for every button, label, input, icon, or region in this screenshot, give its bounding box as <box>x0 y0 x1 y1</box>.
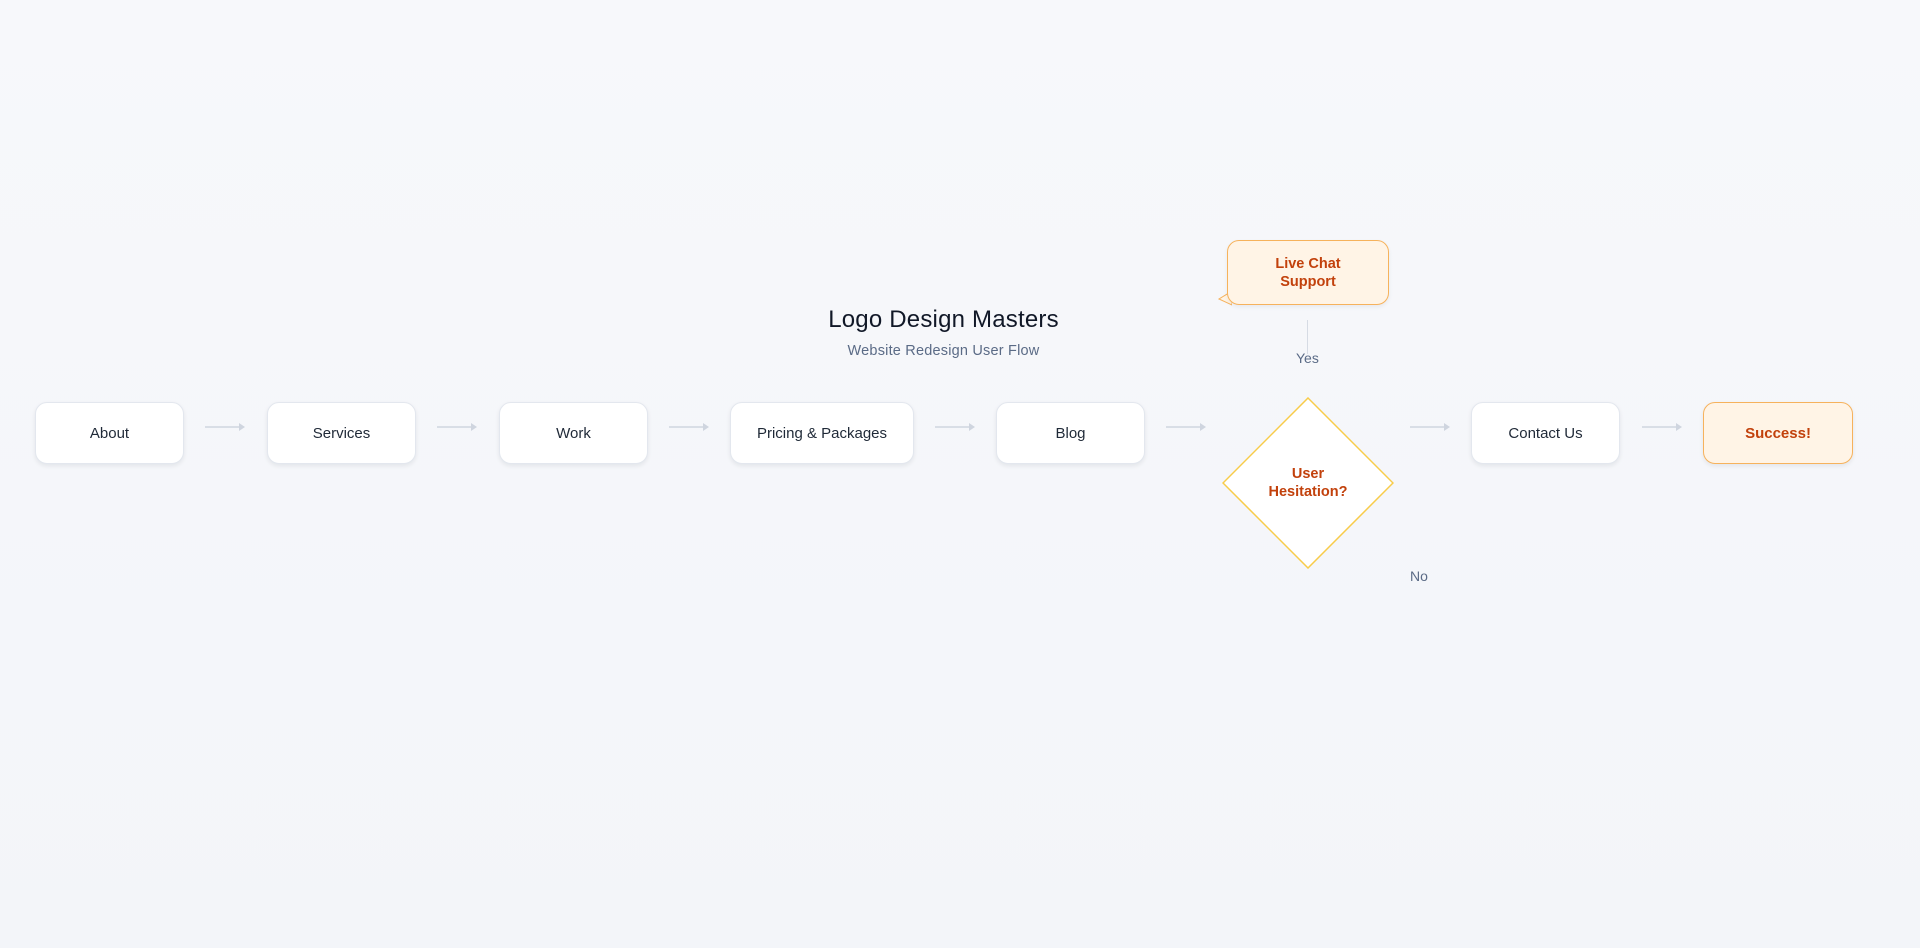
arrow-services-work <box>437 423 477 431</box>
arrow-about-services <box>205 423 245 431</box>
no-label: No <box>1410 568 1428 584</box>
node-contact-us[interactable]: Contact Us <box>1471 402 1620 464</box>
diagram-title: Logo Design Masters <box>828 306 1059 333</box>
node-about[interactable]: About <box>35 402 184 464</box>
arrow-decision-contact <box>1410 423 1450 431</box>
arrow-work-pricing <box>669 423 709 431</box>
decision-label: User Hesitation? <box>1268 466 1348 500</box>
flow-canvas: Logo Design Masters Website Redesign Use… <box>0 0 1920 948</box>
arrow-blog-decision <box>1166 423 1206 431</box>
node-success[interactable]: Success! <box>1703 402 1853 464</box>
node-services[interactable]: Services <box>267 402 416 464</box>
node-pricing-packages[interactable]: Pricing & Packages <box>730 402 914 464</box>
arrow-contact-success <box>1642 423 1682 431</box>
node-blog[interactable]: Blog <box>996 402 1145 464</box>
yes-label: Yes <box>1296 350 1319 366</box>
arrow-pricing-blog <box>935 423 975 431</box>
node-work[interactable]: Work <box>499 402 648 464</box>
diagram-subtitle: Website Redesign User Flow <box>847 343 1040 359</box>
live-chat-support-node[interactable]: Live Chat Support <box>1227 240 1389 305</box>
yes-connector-line <box>1307 320 1308 354</box>
decision-diamond[interactable]: User Hesitation? <box>1222 397 1394 569</box>
